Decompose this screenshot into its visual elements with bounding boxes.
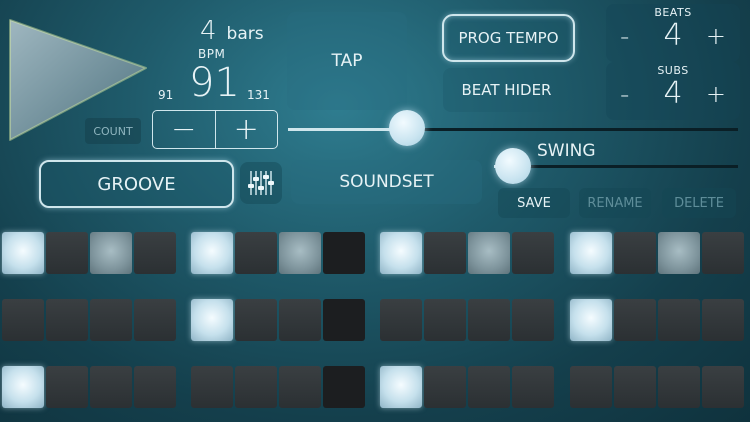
pattern-pad[interactable] (702, 299, 744, 341)
bpm-min-label: 91 (158, 88, 174, 102)
pattern-pad[interactable] (468, 299, 510, 341)
pattern-pad[interactable] (658, 299, 700, 341)
save-button[interactable]: SAVE (498, 188, 570, 218)
pattern-pad[interactable] (323, 299, 365, 341)
pattern-pad[interactable] (424, 232, 466, 274)
mixer-sliders-icon (248, 171, 274, 195)
pattern-pad[interactable] (46, 299, 88, 341)
mixer-button[interactable] (240, 162, 282, 204)
pattern-pad[interactable] (614, 299, 656, 341)
pattern-pad[interactable] (46, 366, 88, 408)
tempo-slider-track[interactable] (408, 128, 738, 131)
bpm-decrease-button[interactable]: − (153, 111, 215, 148)
subs-decrease-button[interactable]: - (620, 80, 629, 110)
tempo-slider-knob[interactable] (389, 110, 425, 146)
swing-slider-track[interactable] (514, 165, 738, 168)
pattern-pad[interactable] (570, 232, 612, 274)
beats-decrease-button[interactable]: - (620, 22, 629, 52)
pattern-pad[interactable] (323, 366, 365, 408)
bpm-label: BPM (198, 47, 226, 61)
pattern-pad[interactable] (134, 299, 176, 341)
bpm-stepper: − + (152, 110, 278, 149)
pattern-pad[interactable] (191, 232, 233, 274)
subs-increase-button[interactable]: + (706, 80, 726, 108)
pattern-pad[interactable] (380, 366, 422, 408)
pattern-pad[interactable] (279, 299, 321, 341)
pattern-pad[interactable] (614, 232, 656, 274)
pattern-pad[interactable] (658, 366, 700, 408)
pattern-pad[interactable] (2, 299, 44, 341)
pattern-pad[interactable] (90, 232, 132, 274)
pattern-pad[interactable] (512, 366, 554, 408)
beats-panel: BEATS - 4 + (606, 4, 740, 62)
pattern-pad[interactable] (191, 366, 233, 408)
bars-display: 4 bars (200, 16, 264, 46)
rename-button[interactable]: RENAME (579, 188, 651, 218)
bpm-value: 91 (189, 60, 240, 106)
pattern-pad[interactable] (2, 232, 44, 274)
bars-value: 4 (200, 16, 217, 46)
pattern-pad[interactable] (658, 232, 700, 274)
pattern-pad[interactable] (235, 299, 277, 341)
prog-tempo-button[interactable]: PROG TEMPO (442, 14, 575, 62)
tap-button[interactable]: TAP (287, 12, 407, 110)
pattern-pad[interactable] (279, 232, 321, 274)
pattern-pad[interactable] (424, 366, 466, 408)
count-button[interactable]: COUNT (85, 118, 141, 144)
pattern-pad[interactable] (614, 366, 656, 408)
swing-label: SWING (537, 141, 596, 161)
beats-increase-button[interactable]: + (706, 22, 726, 50)
groove-button[interactable]: GROOVE (39, 160, 234, 208)
pattern-pad[interactable] (512, 299, 554, 341)
pattern-pad[interactable] (570, 299, 612, 341)
pattern-pad[interactable] (424, 299, 466, 341)
pattern-pad[interactable] (468, 366, 510, 408)
bpm-increase-button[interactable]: + (214, 111, 278, 148)
pattern-pad[interactable] (702, 232, 744, 274)
pattern-pad[interactable] (323, 232, 365, 274)
pattern-pad[interactable] (512, 232, 554, 274)
pattern-pad[interactable] (235, 366, 277, 408)
pattern-pad[interactable] (702, 366, 744, 408)
pattern-pad[interactable] (134, 232, 176, 274)
pattern-pad[interactable] (134, 366, 176, 408)
soundset-button[interactable]: SOUNDSET (291, 160, 482, 204)
pattern-pad[interactable] (90, 366, 132, 408)
subs-value: 4 (663, 76, 683, 111)
delete-button[interactable]: DELETE (662, 188, 736, 218)
beat-hider-button[interactable]: BEAT HIDER (443, 68, 570, 112)
pattern-pad[interactable] (2, 366, 44, 408)
pattern-pad[interactable] (380, 299, 422, 341)
beats-value: 4 (663, 18, 683, 53)
bpm-max-label: 131 (247, 88, 270, 102)
pattern-pad[interactable] (570, 366, 612, 408)
pattern-pad[interactable] (191, 299, 233, 341)
pattern-pad[interactable] (279, 366, 321, 408)
subs-panel: SUBS - 4 + (606, 62, 740, 120)
swing-slider-knob[interactable] (495, 148, 531, 184)
pattern-pad[interactable] (90, 299, 132, 341)
bars-label: bars (226, 24, 264, 44)
pattern-pad[interactable] (46, 232, 88, 274)
pattern-pad[interactable] (468, 232, 510, 274)
pattern-pad[interactable] (380, 232, 422, 274)
pattern-pad[interactable] (235, 232, 277, 274)
